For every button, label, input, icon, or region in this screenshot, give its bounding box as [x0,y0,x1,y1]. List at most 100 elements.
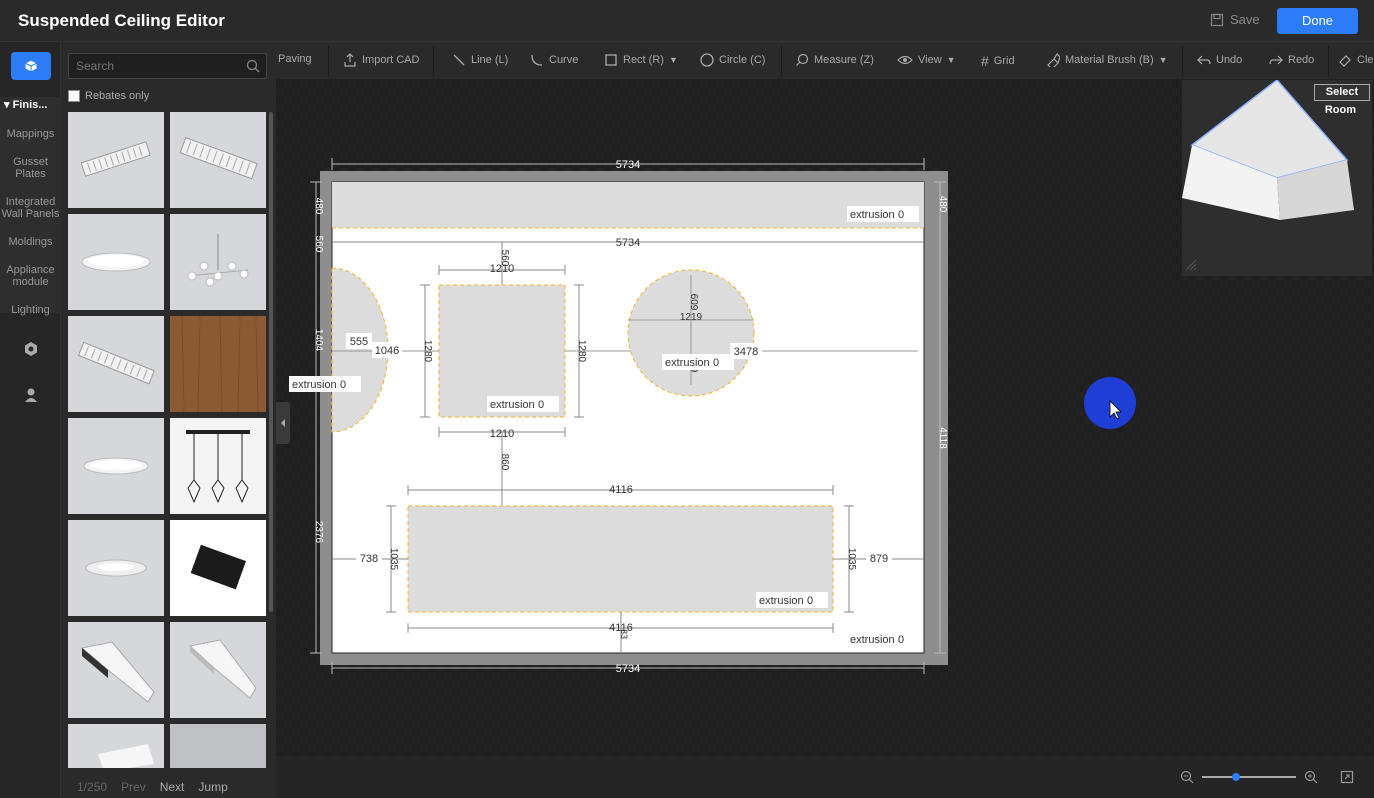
extrusion-label-circle[interactable]: extrusion 0 [662,354,734,370]
search-icon[interactable] [246,59,260,73]
extrusion-label-floor[interactable]: extrusion 0 [847,631,919,647]
collapse-panel-button[interactable] [276,402,290,444]
paving-tool[interactable]: Paving [278,53,312,65]
zoom-in-icon[interactable] [1304,770,1318,784]
next-page-link[interactable]: Next [160,780,185,794]
ceiling-editor-app: Suspended Ceiling Editor Save Done ▾ Fin… [0,0,1374,798]
select-room-button[interactable]: Select [1314,84,1370,101]
extrusion-value: 0 [340,379,346,391]
line-icon [453,54,465,66]
dim-left-mid: 1404 [313,329,324,352]
search-box [68,53,267,79]
toolbar-divider [433,46,434,76]
rail-item-integrated-wall-panels[interactable]: Integrated Wall Panels [0,196,61,220]
asset-chandelier[interactable] [170,214,266,310]
asset-wall-light[interactable] [170,520,266,616]
fit-view-icon[interactable] [1340,770,1354,784]
toolbar-divider [781,46,782,76]
chevron-down-icon[interactable]: ▼ [1159,55,1168,65]
undo-button[interactable]: Undo [1197,53,1242,67]
dim-arc-555: 555 [350,336,368,348]
jump-page-link[interactable]: Jump [198,780,227,794]
dim-bottom-width: 5734 [616,663,640,675]
zoom-out-icon[interactable] [1180,770,1194,784]
asset-linear-vent[interactable] [68,112,164,208]
extrusion-text: extrusion [665,357,710,369]
zoom-knob[interactable] [1232,773,1240,781]
circle-icon [700,53,714,67]
rebates-only-checkbox[interactable] [68,90,80,102]
eye-icon [897,55,913,65]
extrusion-label-rect2[interactable]: extrusion 0 [756,592,828,608]
rail-item-gusset-plates[interactable]: Gusset Plates [0,156,61,180]
redo-button[interactable]: Redo [1269,53,1314,67]
extrusion-value: 0 [898,634,904,646]
asset-scrollbar[interactable] [269,112,273,612]
linear-vent-icon [170,112,266,208]
hexagon-icon[interactable] [22,340,40,358]
chandelier-icon [170,214,266,310]
circle-tool[interactable]: Circle (C) [700,53,765,67]
clear-label: Cle [1357,54,1374,66]
asset-molding-3[interactable] [68,724,164,768]
rail-item-mappings[interactable]: Mappings [0,128,61,140]
done-button[interactable]: Done [1277,8,1358,34]
pointer-cursor-icon [1109,400,1122,420]
material-brush-tool[interactable]: Material Brush (B) ▼ [1046,53,1168,67]
extrusion-label-rect1[interactable]: extrusion 0 [487,396,559,412]
asset-linear-vent-2[interactable] [170,112,266,208]
cube-icon [24,59,38,73]
clear-button[interactable]: Cle [1338,53,1374,67]
finishes-category-header[interactable]: ▾ Finis... [0,98,61,111]
prev-page-link[interactable]: Prev [121,780,146,794]
rail-item-lighting[interactable]: Lighting [0,304,61,316]
grid-tool[interactable]: # Grid [981,53,1015,69]
linear-vent-icon [68,112,164,208]
import-icon [344,53,356,67]
rail-item-appliance-module[interactable]: Appliance module [0,264,61,288]
user-icon[interactable] [22,386,40,404]
room-preview[interactable]: Select Room [1182,78,1372,276]
dim-right-879: 879 [870,553,888,565]
extrusion-value: 0 [898,209,904,221]
asset-wood-panel[interactable] [170,316,266,412]
cursor-highlight [1084,377,1136,429]
measure-tool[interactable]: Measure (Z) [795,53,874,67]
asset-crown-molding-2[interactable] [170,622,266,718]
import-cad-tool[interactable]: Import CAD [343,53,419,67]
chevron-down-icon[interactable]: ▼ [669,55,678,65]
finishes-tab[interactable] [11,52,51,80]
rail-item-moldings[interactable]: Moldings [0,236,61,248]
asset-pendant-lights[interactable] [170,418,266,514]
dim-right-top: 480 [937,196,948,213]
dim-rect2-left: 1035 [388,548,399,571]
view-tool[interactable]: View ▼ [897,53,956,67]
line-tool[interactable]: Line (L) [452,53,508,67]
extrusion-label-top[interactable]: extrusion 0 [847,206,919,222]
rect-tool[interactable]: Rect (R) ▼ [604,53,678,67]
search-input[interactable] [69,54,239,78]
dim-right-seg: 4118 [937,427,948,449]
asset-panel: Rebates only [61,42,276,798]
measure-icon [796,53,809,66]
chevron-down-icon[interactable]: ▼ [947,55,956,65]
save-button[interactable]: Save [1210,12,1260,27]
extrusion-text: extrusion [490,399,535,411]
asset-panel-plain[interactable] [170,724,266,768]
asset-round-light[interactable] [68,214,164,310]
curve-tool[interactable]: Curve [530,53,578,67]
top-band[interactable] [332,182,924,228]
chevron-left-icon [281,419,285,427]
dim-bottom-33: 33 [619,629,629,639]
asset-crown-molding[interactable] [68,622,164,718]
asset-linear-vent-3[interactable] [68,316,164,412]
extrusion-label-half-circle[interactable]: extrusion 0 [289,376,361,392]
dim-rect1-left: 1280 [422,340,433,363]
asset-round-light-2[interactable] [68,418,164,514]
extrusion-text: extrusion [850,209,895,221]
grid-label: Grid [993,55,1015,67]
asset-recessed-light[interactable] [68,520,164,616]
category-rail: ▾ Finis... Mappings Gusset Plates Integr… [0,42,61,798]
zoom-slider[interactable] [1202,773,1296,781]
dim-rect2-top: 4116 [609,484,633,496]
